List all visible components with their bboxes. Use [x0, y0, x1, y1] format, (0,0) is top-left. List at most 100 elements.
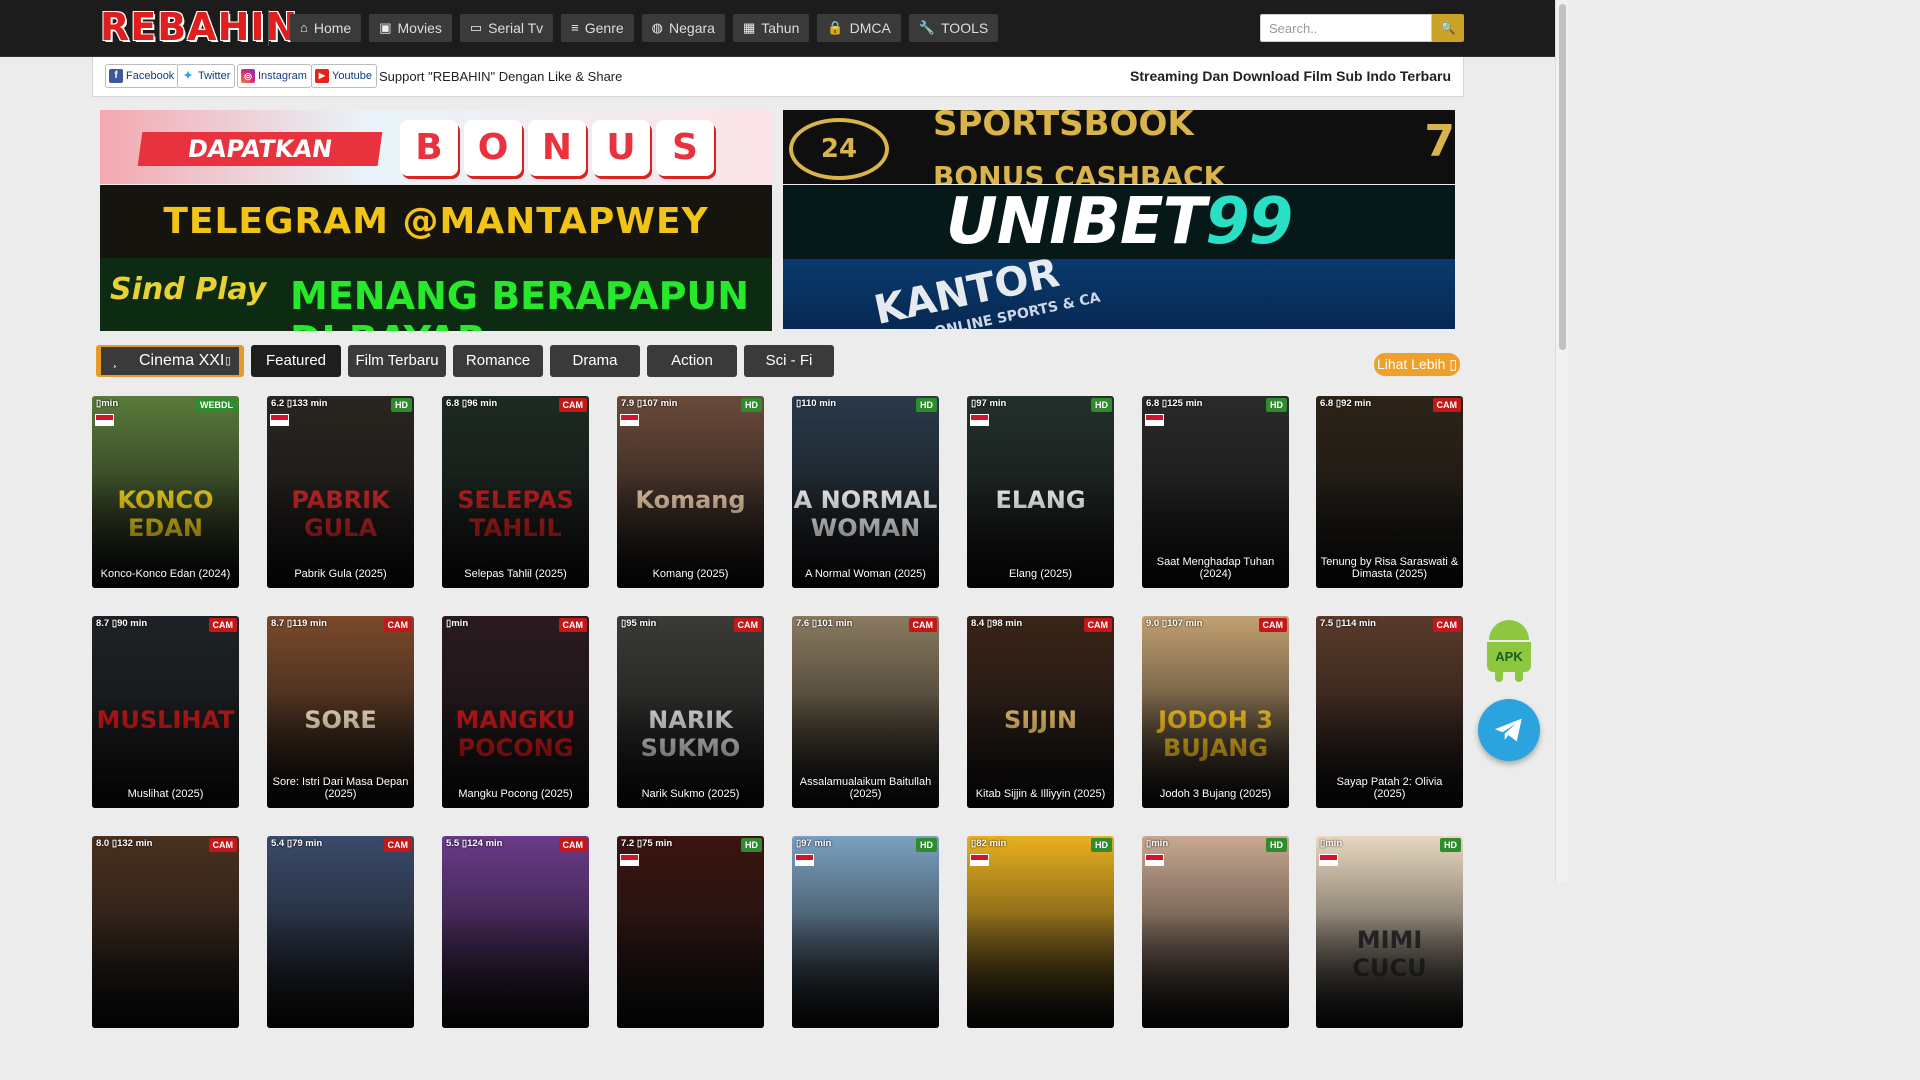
site-logo[interactable]: REBAHIN: [100, 6, 297, 48]
movie-card[interactable]: ▯82 min HD: [967, 836, 1114, 1028]
movie-meta: 6.8 ▯96 min: [446, 398, 497, 409]
nav-item-label: Movies: [397, 20, 442, 36]
nav-item-genre[interactable]: ≡ Genre: [561, 14, 634, 42]
movie-card[interactable]: 6.8 ▯92 min CAM Tenung by Risa Saraswati &…: [1316, 396, 1463, 588]
movie-duration: 124 min: [467, 838, 503, 849]
movie-card[interactable]: ELANG ▯97 minHDElang (2025): [967, 396, 1114, 588]
indonesia-flag-icon: [1319, 854, 1338, 866]
movie-card[interactable]: 7.5 ▯114 min CAM Sayap Patah 2: Olivia (20…: [1316, 616, 1463, 808]
unibet-banner[interactable]: UNIBET99: [783, 185, 1455, 259]
movie-meta: 8.7 ▯119 min: [271, 618, 327, 629]
see-more-label: Lihat Lebih: [1376, 356, 1446, 372]
nav-item-label: Home: [313, 20, 352, 36]
quality-badge: HD: [916, 838, 937, 852]
probet-number: 7: [1424, 116, 1455, 167]
film-icon: ▣: [379, 20, 392, 35]
nav-item-tools[interactable]: 🔧 TOOLS: [908, 14, 999, 42]
movie-duration: 82 min: [976, 838, 1007, 849]
lock-icon: 🔒: [827, 20, 844, 35]
tab-drama[interactable]: Drama: [550, 345, 640, 377]
android-apk-button[interactable]: APK: [1483, 620, 1535, 682]
movie-duration: 98 min: [992, 618, 1023, 629]
indonesia-flag-icon: [1145, 414, 1164, 426]
telegram-banner[interactable]: TELEGRAM @MANTAPWEY: [100, 185, 772, 258]
movie-card[interactable]: Komang7.9 ▯107 minHDKomang (2025): [617, 396, 764, 588]
movie-title: Kitab Sijjin & Illiyyin (2025): [975, 788, 1106, 800]
movie-card[interactable]: MANGKU POCONG ▯minCAMMangku Pocong (2025…: [442, 616, 589, 808]
nav-item-label: DMCA: [849, 20, 891, 36]
nav-item-serial-tv[interactable]: ▭ Serial Tv: [459, 14, 554, 42]
tab-action[interactable]: Action: [647, 345, 737, 377]
movie-duration: min: [1151, 838, 1169, 849]
movie-title: Sayap Patah 2: Olivia (2025): [1336, 776, 1443, 800]
indonesia-flag-icon: [270, 414, 289, 426]
movie-card[interactable]: 8.0 ▯132 min CAM: [92, 836, 239, 1028]
cinema-xxi-dropdown[interactable]: ¸ Cinema XXI ▯: [96, 345, 244, 377]
movie-card[interactable]: SIJJIN8.4 ▯98 minCAMKitab Sijjin & Illiy…: [967, 616, 1114, 808]
nav-item-dmca[interactable]: 🔒 DMCA: [817, 14, 901, 42]
movie-card[interactable]: 6.8 ▯125 min HD Saat Menghadap Tuhan (2024…: [1142, 396, 1289, 588]
tab-film-terbaru[interactable]: Film Terbaru: [348, 345, 446, 377]
movie-meta: ▯110 min: [796, 398, 836, 409]
tab-romance[interactable]: Romance: [453, 345, 543, 377]
poster-shade: [92, 912, 239, 1028]
movie-meta: ▯min: [446, 618, 468, 629]
movie-meta: 6.8 ▯92 min: [1320, 398, 1371, 409]
instagram-share-button[interactable]: ◎ Instagram: [237, 64, 312, 88]
youtube-share-button[interactable]: ▶ Youtube: [311, 64, 377, 88]
movie-card[interactable]: MUSLIHAT8.7 ▯90 minCAMMuslihat (2025): [92, 616, 239, 808]
quality-badge: HD: [916, 398, 937, 412]
category-tabs: Featured Film Terbaru Romance Drama Action Sc…: [251, 345, 834, 377]
twitter-share-button[interactable]: ✦ Twitter: [177, 64, 236, 88]
movie-meta: 7.6 ▯101 min: [796, 618, 852, 629]
movie-card[interactable]: KONCO EDAN ▯minWEBDLKonco-Konco Edan (20…: [92, 396, 239, 588]
probet-text-sportsbook: SPORTSBOOK: [933, 110, 1194, 144]
poster-shade: [1316, 912, 1463, 1028]
see-more-button[interactable]: Lihat Lebih ▯: [1374, 353, 1460, 376]
scrollbar-thumb[interactable]: [1559, 4, 1566, 350]
poster-shade: [267, 912, 414, 1028]
movie-card[interactable]: 5.5 ▯124 min CAM: [442, 836, 589, 1028]
movie-card[interactable]: SELEPAS TAHLIL6.8 ▯96 minCAMSelepas Tahl…: [442, 396, 589, 588]
quality-badge: CAM: [1432, 618, 1461, 632]
sindplay-banner[interactable]: Sind Play MENANG BERAPAPUN DI BAYAR: [100, 258, 772, 331]
tab-featured[interactable]: Featured: [251, 345, 341, 377]
nav-item-negara[interactable]: ◍ Negara: [641, 14, 725, 42]
probet-banner[interactable]: 24 SPORTSBOOK BONUS CASHBACK 7: [783, 110, 1455, 184]
search-input[interactable]: [1260, 14, 1432, 42]
movie-title: Sore: Istri Dari Masa Depan (2025): [272, 776, 409, 800]
quality-badge: CAM: [1083, 618, 1112, 632]
telegram-float-button[interactable]: [1478, 699, 1540, 761]
poster-shade: [967, 912, 1114, 1028]
tab-sci-fi[interactable]: Sci - Fi: [744, 345, 834, 377]
movie-card[interactable]: JODOH 3 BUJANG9.0 ▯107 minCAMJodoh 3 Buj…: [1142, 616, 1289, 808]
bonus-die: U: [592, 120, 650, 176]
nav-item-tahun[interactable]: ▦ Tahun: [732, 14, 810, 42]
movie-card[interactable]: 7.2 ▯75 min HD: [617, 836, 764, 1028]
movie-meta: 6.2 ▯133 min: [271, 398, 327, 409]
nav-item-movies[interactable]: ▣ Movies: [369, 14, 452, 42]
movie-card[interactable]: A NORMAL WOMAN ▯110 minHDA Normal Woman …: [792, 396, 939, 588]
page-scrollbar[interactable]: [1555, 0, 1568, 882]
movie-card[interactable]: ▯min HD: [1142, 836, 1289, 1028]
movie-card[interactable]: SORE8.7 ▯119 minCAMSore: Istri Dari Masa…: [267, 616, 414, 808]
tv-icon: ▭: [469, 20, 483, 35]
movie-card[interactable]: PABRIK GULA6.2 ▯133 minHDPabrik Gula (20…: [267, 396, 414, 588]
movie-card[interactable]: 5.4 ▯79 min CAM: [267, 836, 414, 1028]
movie-card[interactable]: 7.6 ▯101 min CAM Assalamualaikum Baitullah…: [792, 616, 939, 808]
movie-meta: ▯95 min: [621, 618, 656, 629]
movie-card[interactable]: MIMI CUCU ▯minHD: [1316, 836, 1463, 1028]
movie-title: Narik Sukmo (2025): [641, 788, 740, 800]
movie-card[interactable]: NARIK SUKMO ▯95 minCAMNarik Sukmo (2025): [617, 616, 764, 808]
nav-item-home[interactable]: ⌂ Home: [290, 14, 362, 42]
search-button[interactable]: 🔍: [1432, 14, 1464, 42]
kantor-banner[interactable]: KANTOR ONLINE SPORTS & CA: [783, 259, 1455, 329]
movie-duration: 75 min: [642, 838, 673, 849]
movie-meta: ▯97 min: [796, 838, 831, 849]
movie-card[interactable]: ▯97 min HD: [792, 836, 939, 1028]
facebook-share-button[interactable]: f Facebook: [105, 64, 180, 88]
bonus-banner[interactable]: DAPATKAN BONUS: [100, 110, 772, 184]
movie-rating: 6.8: [446, 398, 460, 409]
movie-duration: 107 min: [1167, 618, 1203, 629]
movie-title: Muslihat (2025): [127, 788, 204, 800]
